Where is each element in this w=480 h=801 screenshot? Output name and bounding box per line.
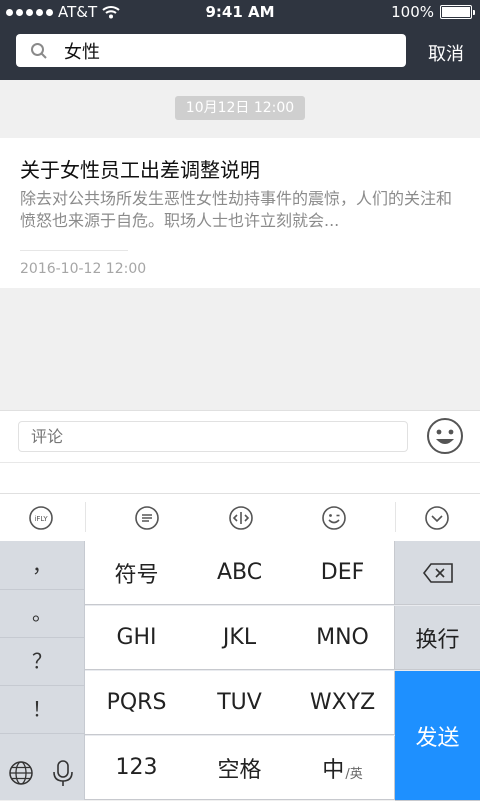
language-switch-key[interactable]: 中 /英	[291, 736, 395, 800]
newline-key[interactable]: 换行	[395, 606, 480, 670]
backspace-icon	[422, 562, 453, 583]
emoji-button[interactable]	[425, 416, 465, 456]
search-input[interactable]	[62, 39, 386, 62]
punct-key-exclaim[interactable]: ！	[0, 685, 84, 734]
key-abc[interactable]: ABC	[188, 541, 292, 605]
search-box[interactable]	[16, 34, 406, 67]
result-time: 2016-10-12 12:00	[20, 261, 147, 277]
comment-bar	[0, 410, 480, 463]
comment-input[interactable]	[18, 421, 408, 452]
language-sub-label: /英	[345, 767, 363, 782]
chat-bubble-icon[interactable]	[134, 505, 160, 531]
toolbar-divider	[85, 502, 86, 532]
key-wxyz[interactable]: WXYZ	[291, 671, 395, 735]
result-summary: 除去对公共场所发生恶性女性劫持事件的震惊，人们的关注和愤怒也来源于自危。职场人士…	[20, 189, 453, 230]
ifly-text: iFLY	[34, 515, 48, 523]
key-jkl[interactable]: JKL	[188, 606, 292, 670]
punct-key-period[interactable]: 。	[0, 589, 84, 638]
input-spacer	[0, 462, 480, 493]
space-key[interactable]: 空格	[188, 736, 292, 800]
top-header: AT&T 9:41 AM 100% 取消	[0, 0, 480, 80]
keyboard-toolbar: iFLY	[0, 493, 480, 542]
key-123[interactable]: 123	[85, 736, 189, 800]
punct-key-question[interactable]: ？	[0, 637, 84, 686]
send-button[interactable]: 发送	[395, 671, 480, 801]
key-symbols[interactable]: 符号	[85, 541, 189, 605]
emoji-icon[interactable]	[321, 505, 347, 531]
key-ghi[interactable]: GHI	[85, 606, 189, 670]
key-mno[interactable]: MNO	[291, 606, 395, 670]
cursor-move-icon[interactable]	[228, 505, 254, 531]
key-def[interactable]: DEF	[291, 541, 395, 605]
key-pqrs[interactable]: PQRS	[85, 671, 189, 735]
result-title: 关于女性员工出差调整说明	[20, 158, 260, 182]
globe-icon[interactable]	[0, 745, 41, 800]
battery-label: 100%	[391, 3, 434, 21]
toolbar-divider	[395, 502, 396, 532]
status-right: 100%	[391, 3, 475, 21]
cancel-button[interactable]: 取消	[428, 40, 464, 66]
microphone-icon[interactable]	[42, 745, 83, 800]
search-icon	[30, 42, 48, 60]
collapse-keyboard-icon[interactable]	[424, 505, 450, 531]
date-chip: 10月12日 12:00	[175, 96, 305, 120]
language-main-label: 中	[322, 757, 345, 783]
punct-key-comma[interactable]: ，	[0, 541, 84, 590]
backspace-key[interactable]	[395, 541, 480, 605]
result-card[interactable]: 关于女性员工出差调整说明 除去对公共场所发生恶性女性劫持事件的震惊，人们的关注和…	[0, 138, 480, 288]
status-bar: AT&T 9:41 AM 100%	[0, 0, 480, 24]
keyboard: ， 。 ？ ！ 符号 ABC DEF GHI JKL MNO 换行 PQRS T…	[0, 541, 480, 801]
battery-icon	[440, 5, 475, 19]
ifly-icon[interactable]: iFLY	[28, 505, 54, 531]
punctuation-column: ， 。 ？ ！	[0, 541, 85, 800]
key-tuv[interactable]: TUV	[188, 671, 292, 735]
card-divider	[20, 250, 128, 251]
